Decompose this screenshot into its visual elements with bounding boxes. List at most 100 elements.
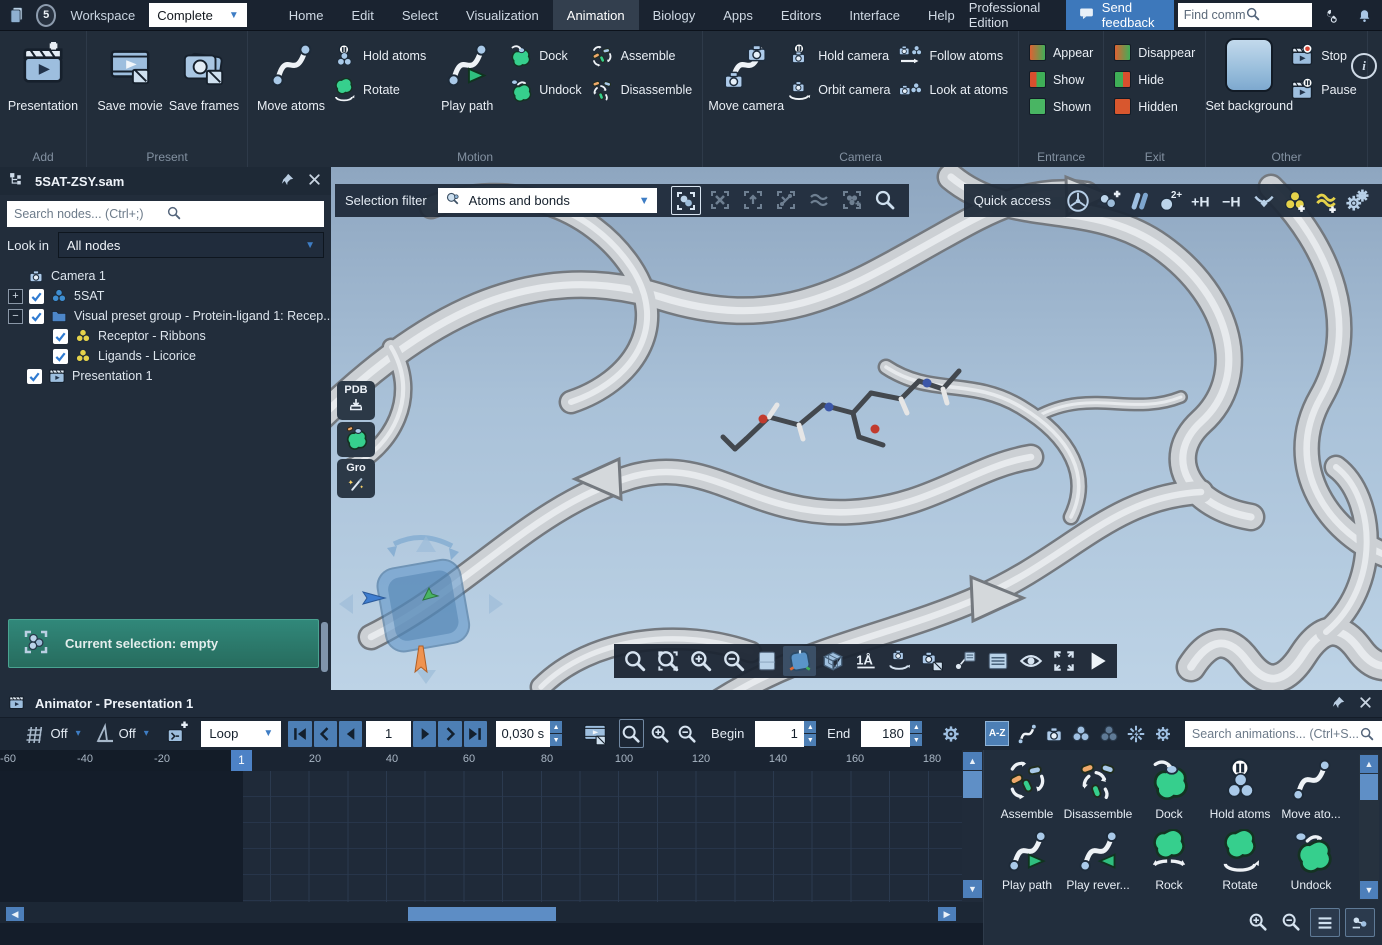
- select-expand-button[interactable]: [739, 186, 767, 213]
- animator-settings-gear-icon[interactable]: [939, 720, 963, 747]
- filter-path-button[interactable]: [1015, 720, 1038, 747]
- scrollbar-thumb[interactable]: [408, 907, 556, 921]
- ribbon-button-look-at-atoms[interactable]: Look at atoms: [898, 73, 1008, 107]
- select-group-button[interactable]: [838, 186, 866, 213]
- current-selection-bar[interactable]: Current selection: empty: [8, 619, 319, 668]
- label-note-button[interactable]: [948, 646, 981, 676]
- find-commands-input[interactable]: Find commands, ...: [1177, 3, 1312, 27]
- animation-play-rever-[interactable]: Play rever...: [1063, 829, 1133, 892]
- tree-expander[interactable]: +: [8, 288, 23, 304]
- workspace-selector[interactable]: Complete ▼: [149, 3, 247, 27]
- Gro-side-button[interactable]: Gro: [337, 459, 375, 498]
- animation-rock[interactable]: Rock: [1134, 828, 1204, 892]
- fullscreen-button[interactable]: [1047, 646, 1080, 676]
- ribbon-button-play-path[interactable]: Play path: [430, 41, 504, 113]
- ribbon-button-hold-atoms[interactable]: Hold atoms: [332, 39, 426, 73]
- filter-atoms-light-button[interactable]: [1070, 720, 1093, 747]
- zoom-in-button[interactable]: [684, 646, 717, 676]
- ribbon-button-set-background[interactable]: Set background: [1205, 38, 1293, 113]
- chevron-down-icon[interactable]: ▾: [144, 728, 149, 739]
- tree-checkbox[interactable]: [53, 328, 68, 344]
- ribbon-button-move-camera[interactable]: Move camera: [708, 41, 784, 113]
- end-spinner[interactable]: ▲ ▼: [910, 721, 923, 747]
- frame-time-spinner[interactable]: ▲ ▼: [550, 721, 563, 747]
- animation-play-path[interactable]: Play path: [992, 829, 1062, 892]
- transport-step-back-button[interactable]: [338, 720, 363, 747]
- ribbon-button-rotate[interactable]: Rotate: [332, 73, 426, 107]
- tree-item-ligands-licorice[interactable]: Ligands - Licorice: [0, 346, 331, 366]
- timeline-ruler[interactable]: 1 -60 -40 -20 20 40 60 80 100 120 140 160 180: [0, 750, 962, 771]
- app-logo-icon[interactable]: [8, 5, 28, 25]
- selection-filter-select[interactable]: Atoms and bonds ▼: [437, 188, 657, 213]
- timeline-zoom-select-button[interactable]: [618, 719, 645, 748]
- animation-disassemble[interactable]: Disassemble: [1063, 758, 1133, 821]
- tree-expander[interactable]: −: [8, 308, 23, 324]
- grid-surface-button[interactable]: [816, 646, 849, 676]
- ribbon-button-save-movie[interactable]: Save movie: [93, 41, 167, 113]
- look-in-select[interactable]: All nodes ▼: [57, 232, 324, 258]
- transport-skip-end-button[interactable]: [463, 720, 488, 747]
- pin-icon[interactable]: [279, 171, 296, 191]
- add-surface-button[interactable]: [1310, 186, 1341, 215]
- zoom-lens-button[interactable]: [618, 646, 651, 676]
- zoom-selection-button[interactable]: [871, 186, 899, 213]
- filter-atoms-dark-button[interactable]: [1097, 720, 1120, 747]
- filter-effects-button[interactable]: [1124, 720, 1147, 747]
- close-icon[interactable]: [1357, 694, 1374, 714]
- ribbon-button-hide[interactable]: Hide: [1114, 66, 1195, 93]
- scroll-left-arrow[interactable]: ◀: [6, 907, 24, 921]
- ribbon-button-orbit-camera[interactable]: Orbit camera: [787, 73, 890, 107]
- ribbon-button-disappear[interactable]: Disappear: [1114, 39, 1195, 66]
- tree-checkbox[interactable]: [53, 348, 68, 364]
- begin-field[interactable]: 1: [754, 720, 804, 747]
- gallery-settings-button[interactable]: [1152, 720, 1175, 747]
- animation-move-ato-[interactable]: Move ato...: [1276, 758, 1346, 821]
- menu-interface[interactable]: Interface: [835, 0, 914, 30]
- tree-checkbox[interactable]: [29, 288, 44, 304]
- search-nodes-input[interactable]: Search nodes... (Ctrl+;): [7, 201, 324, 227]
- gallery-node-view-button[interactable]: [1345, 908, 1375, 937]
- animation-undock[interactable]: Undock: [1276, 829, 1346, 892]
- animation-dock[interactable]: Dock: [1134, 758, 1204, 821]
- ribbon-button-hold-camera[interactable]: Hold camera: [787, 39, 890, 73]
- zoom-region-button[interactable]: [651, 646, 684, 676]
- add-atom-button[interactable]: [1093, 186, 1124, 215]
- transport-step-forward-button[interactable]: [413, 720, 437, 747]
- orbit-view-button[interactable]: [882, 646, 915, 676]
- ribbon-button-pause[interactable]: Pause: [1290, 73, 1357, 107]
- scroll-right-arrow[interactable]: ▶: [938, 907, 956, 921]
- preferences-wrench-icon[interactable]: [1321, 7, 1338, 24]
- ribbon-button-show[interactable]: Show: [1028, 66, 1093, 93]
- navigation-cube[interactable]: [339, 522, 509, 690]
- current-frame-field[interactable]: 1: [366, 720, 412, 747]
- filter-camera-button[interactable]: [1042, 720, 1065, 747]
- transport-next-button[interactable]: [438, 720, 462, 747]
- scroll-down-arrow[interactable]: ▼: [1360, 881, 1378, 899]
- tree-item-receptor-ribbons[interactable]: Receptor - Ribbons: [0, 326, 331, 346]
- add-ion-button[interactable]: 2+: [1155, 186, 1186, 215]
- scrollbar-thumb[interactable]: [1360, 774, 1378, 800]
- save-view-button[interactable]: [915, 646, 948, 676]
- menu-edit[interactable]: Edit: [337, 0, 387, 30]
- export-movie-icon[interactable]: [582, 720, 608, 747]
- pin-icon[interactable]: [1330, 694, 1347, 714]
- select-atoms-button[interactable]: [670, 186, 701, 215]
- add-group-button[interactable]: [1279, 186, 1310, 215]
- close-icon[interactable]: [306, 171, 323, 191]
- dock-sample-side-button[interactable]: [337, 422, 375, 457]
- ribbon-button-stop[interactable]: Stop: [1290, 39, 1356, 73]
- ribbon-button-undock[interactable]: Undock: [508, 73, 582, 107]
- settings-gears-button[interactable]: [1341, 186, 1372, 215]
- menu-apps[interactable]: Apps: [709, 0, 767, 30]
- sort-az-button[interactable]: A-Z: [985, 721, 1009, 746]
- ribbon-button-appear[interactable]: Appear: [1028, 39, 1093, 66]
- animation-rotate[interactable]: Rotate: [1205, 828, 1275, 892]
- scroll-down-arrow[interactable]: ▼: [963, 880, 982, 898]
- loop-select[interactable]: Loop ▼: [201, 720, 282, 747]
- menu-home[interactable]: Home: [275, 0, 338, 30]
- periodic-table-button[interactable]: [1062, 186, 1093, 215]
- timeline-vertical-scrollbar[interactable]: ▲ ▼: [962, 750, 983, 902]
- tree-item-camera-1[interactable]: Camera 1: [0, 266, 331, 286]
- ribbon-button-disassemble[interactable]: Disassemble: [590, 73, 692, 107]
- current-frame-marker[interactable]: 1: [231, 750, 252, 771]
